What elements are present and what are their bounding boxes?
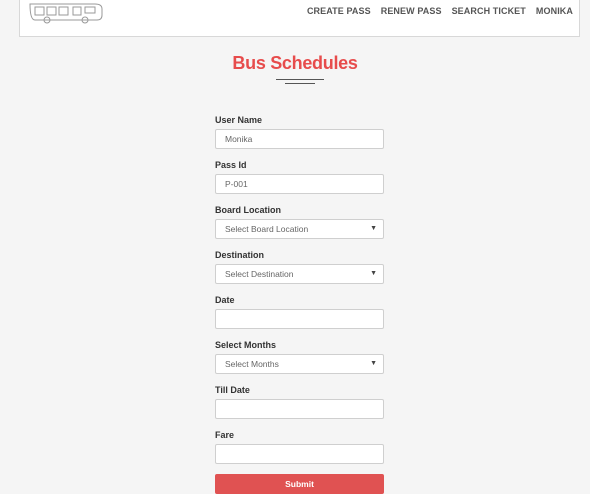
select-months-select[interactable]: Select Months ▼ <box>215 354 384 374</box>
fare-field[interactable] <box>215 444 384 464</box>
navbar: CREATE PASS RENEW PASS SEARCH TICKET MON… <box>19 0 580 37</box>
page-title: Bus Schedules <box>232 53 358 73</box>
till-date-field[interactable] <box>215 399 384 419</box>
select-months-selected: Select Months <box>225 359 279 369</box>
board-location-selected: Select Board Location <box>225 224 309 234</box>
submit-button[interactable]: Submit <box>215 474 384 494</box>
nav-user-menu[interactable]: MONIKA <box>536 6 573 16</box>
date-label: Date <box>215 295 235 305</box>
nav-create-pass[interactable]: CREATE PASS <box>307 6 371 16</box>
chevron-down-icon: ▼ <box>370 225 377 232</box>
fare-label: Fare <box>215 430 235 440</box>
chevron-down-icon: ▼ <box>370 360 377 367</box>
user-name-field[interactable]: Monika <box>215 129 384 149</box>
pass-id-field[interactable]: P-001 <box>215 174 384 194</box>
destination-label: Destination <box>215 250 265 260</box>
destination-select[interactable]: Select Destination ▼ <box>215 264 384 284</box>
chevron-down-icon: ▼ <box>370 270 377 277</box>
bus-logo-icon[interactable] <box>27 0 105 24</box>
nav-search-ticket[interactable]: SEARCH TICKET <box>452 6 526 16</box>
date-field[interactable] <box>215 309 384 329</box>
title-divider <box>276 79 324 85</box>
till-date-label: Till Date <box>215 385 250 395</box>
destination-selected: Select Destination <box>225 269 294 279</box>
board-location-label: Board Location <box>215 205 282 215</box>
nav-links: CREATE PASS RENEW PASS SEARCH TICKET MON… <box>307 6 573 16</box>
board-location-select[interactable]: Select Board Location ▼ <box>215 219 384 239</box>
select-months-label: Select Months <box>215 340 277 350</box>
pass-id-label: Pass Id <box>215 160 247 170</box>
user-name-label: User Name <box>215 115 263 125</box>
nav-renew-pass[interactable]: RENEW PASS <box>381 6 442 16</box>
